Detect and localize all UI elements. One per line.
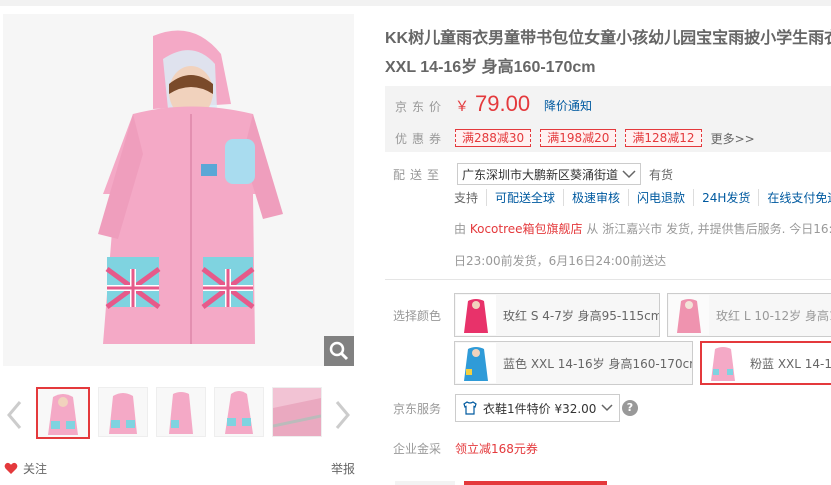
follow-button[interactable]: 关注 — [4, 460, 47, 477]
report-link[interactable]: 举报 — [331, 460, 355, 477]
thumbnail-4[interactable] — [214, 387, 264, 437]
color-option-label: 蓝色 XXL 14-16岁 身高160-170cm — [503, 356, 693, 371]
price-box: 京东价 ￥ 79.00 降价通知 优惠券 满288减30 满198减20 满12… — [385, 86, 831, 152]
coupon-item[interactable]: 满128减12 — [625, 129, 702, 147]
color-option-thumb — [456, 295, 496, 335]
from-suffix: 从 浙江嘉兴市 发货, 并提供售后服务. 今日16:00 — [586, 222, 831, 236]
thumbs-next-arrow-icon[interactable] — [331, 395, 355, 435]
color-option[interactable]: 玫红 S 4-7岁 身高95-115cm — [454, 293, 660, 337]
more-coupons-link[interactable]: 更多>> — [711, 130, 755, 147]
zoom-icon[interactable] — [324, 336, 354, 366]
shop-link[interactable]: Kocotree箱包旗舰店 — [470, 222, 583, 236]
stock-status: 有货 — [649, 167, 674, 182]
thumbnail-strip — [36, 387, 326, 439]
product-title-line1: KK树儿童雨衣男童带书包位女童小孩幼儿园宝宝雨披小学生雨衣 — [385, 30, 831, 47]
color-option-thumb — [456, 343, 496, 383]
color-option[interactable]: 玫红 L 10-12岁 身高14 — [667, 293, 831, 337]
support-item[interactable]: 闪电退款 — [628, 189, 693, 206]
delivery-time: 日23:00前发货，6月16日24:00前送达 — [454, 254, 667, 268]
color-option-label: 玫红 S 4-7岁 身高95-115cm — [503, 308, 660, 323]
product-title-line2: XXL 14-16岁 身高160-170cm — [385, 59, 596, 76]
service-option: 衣鞋1件特价 ¥32.00 — [483, 401, 597, 416]
raincoat-child-illustration — [3, 14, 354, 366]
follow-label: 关注 — [23, 462, 48, 476]
color-option-selected[interactable]: 粉蓝 XXL 14-16岁 — [700, 341, 831, 385]
color-option-thumb — [703, 343, 743, 383]
color-option-thumb — [669, 295, 709, 335]
top-divider — [0, 0, 831, 6]
shipping-row: 配送至 广东深圳市大鹏新区葵涌街道 有货 — [393, 163, 673, 185]
thumbs-prev-arrow-icon[interactable] — [2, 395, 26, 435]
currency-symbol: ￥ — [455, 99, 469, 115]
add-to-cart-button[interactable] — [464, 481, 607, 485]
address-text: 广东深圳市大鹏新区葵涌街道 — [462, 167, 619, 182]
coupon-item[interactable]: 满198减20 — [540, 129, 617, 147]
color-label: 选择颜色 — [393, 309, 442, 323]
shipping-from: 由 Kocotree箱包旗舰店 从 浙江嘉兴市 发货, 并提供售后服务. 今日1… — [454, 220, 831, 237]
support-item[interactable]: 24H发货 — [693, 189, 758, 206]
price-drop-notify-link[interactable]: 降价通知 — [544, 97, 592, 114]
service-selector[interactable]: 衣鞋1件特价 ¥32.00 — [455, 394, 621, 422]
thumbnail-1[interactable] — [36, 387, 90, 439]
chevron-down-icon — [622, 170, 636, 179]
shipping-label: 配送至 — [393, 167, 445, 182]
thumbnail-2[interactable] — [98, 387, 148, 437]
support-list: 支持 可配送全球 极速审核 闪电退款 24H发货 在线支付免运费 — [454, 189, 831, 206]
coupon-item[interactable]: 满288减30 — [455, 129, 532, 147]
heart-icon — [4, 462, 18, 474]
color-option-label: 粉蓝 XXL 14-16岁 — [750, 356, 831, 371]
address-selector[interactable]: 广东深圳市大鹏新区葵涌街道 — [457, 163, 642, 185]
support-item[interactable]: 极速审核 — [563, 189, 628, 206]
price: ￥ 79.00 — [455, 91, 530, 117]
thumbnail-3[interactable] — [156, 387, 206, 437]
from-prefix: 由 — [454, 222, 467, 236]
thumbnail-5[interactable] — [272, 387, 322, 437]
product-title: KK树儿童雨衣男童带书包位女童小孩幼儿园宝宝雨披小学生雨衣 XXL 14-16岁… — [385, 24, 831, 82]
coupon-label: 优惠券 — [395, 132, 447, 146]
service-label: 京东服务 — [393, 402, 442, 416]
price-value: 79.00 — [475, 91, 531, 116]
enterprise-coupon-link[interactable]: 领立减168元券 — [455, 440, 538, 457]
shirt-icon — [463, 401, 477, 415]
quantity-input[interactable] — [395, 481, 455, 485]
support-label: 支持 — [454, 191, 479, 205]
color-option[interactable]: 蓝色 XXL 14-16岁 身高160-170cm — [454, 341, 693, 385]
main-product-image[interactable] — [3, 14, 354, 366]
section-divider — [385, 279, 831, 280]
support-item[interactable]: 可配送全球 — [486, 189, 563, 206]
help-icon[interactable]: ? — [622, 400, 638, 416]
chevron-down-icon — [601, 404, 613, 412]
color-option-label: 玫红 L 10-12岁 身高14 — [716, 308, 831, 323]
enterprise-label: 企业金采 — [393, 442, 442, 456]
coupon-list: 满288减30 满198减20 满128减12 更多>> — [455, 129, 755, 147]
price-label: 京东价 — [395, 100, 447, 114]
support-item[interactable]: 在线支付免运费 — [758, 189, 831, 206]
